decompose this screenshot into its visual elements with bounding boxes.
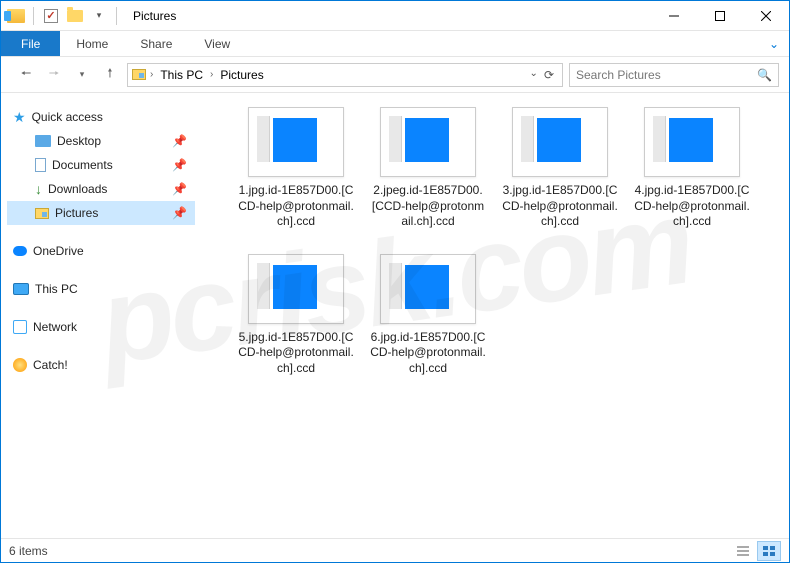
pin-icon: 📌 [172, 134, 187, 148]
file-tab[interactable]: File [1, 31, 60, 56]
up-button[interactable]: 🠕 [99, 64, 121, 86]
sidebar-item-quick-access[interactable]: ★ Quick access [7, 105, 195, 129]
file-item[interactable]: 1.jpg.id-1E857D00.[CCD-help@protonmail.c… [237, 107, 355, 230]
file-name: 4.jpg.id-1E857D00.[CCD-help@protonmail.c… [633, 183, 751, 230]
file-thumbnail [248, 254, 344, 324]
search-icon[interactable]: 🔍 [757, 68, 772, 82]
sidebar-item-network[interactable]: Network [7, 315, 195, 339]
sidebar-item-label: Quick access [32, 110, 103, 124]
qat-separator [116, 7, 117, 25]
catch-icon [13, 358, 27, 372]
file-item[interactable]: 4.jpg.id-1E857D00.[CCD-help@protonmail.c… [633, 107, 751, 230]
refresh-icon[interactable]: ⟳ [544, 68, 554, 82]
navigation-pane: ★ Quick access Desktop 📌 Documents 📌 ↓ D… [1, 93, 201, 538]
item-count: 6 items [9, 544, 48, 558]
qat-properties-icon[interactable]: ✓ [42, 7, 60, 25]
file-name: 5.jpg.id-1E857D00.[CCD-help@protonmail.c… [237, 330, 355, 377]
file-name: 2.jpeg.id-1E857D00.[CCD-help@protonmail.… [369, 183, 487, 230]
search-placeholder: Search Pictures [576, 68, 661, 82]
pin-icon: 📌 [172, 206, 187, 220]
file-name: 1.jpg.id-1E857D00.[CCD-help@protonmail.c… [237, 183, 355, 230]
sidebar-item-label: Pictures [55, 206, 98, 220]
navigation-bar: 🠔 🠖 ▾ 🠕 › This PC › Pictures ⌄ ⟳ Search … [1, 57, 789, 93]
close-button[interactable] [743, 1, 789, 31]
tab-home[interactable]: Home [60, 31, 124, 56]
icons-view-button[interactable] [757, 541, 781, 561]
recent-locations-dropdown[interactable]: ▾ [71, 64, 93, 86]
minimize-button[interactable] [651, 1, 697, 31]
pc-icon [13, 283, 29, 295]
download-icon: ↓ [35, 181, 42, 197]
address-dropdown-icon[interactable]: ⌄ [530, 68, 538, 82]
pin-icon: 📌 [172, 158, 187, 172]
sidebar-item-catch[interactable]: Catch! [7, 353, 195, 377]
details-view-button[interactable] [731, 541, 755, 561]
file-name: 3.jpg.id-1E857D00.[CCD-help@protonmail.c… [501, 183, 619, 230]
file-item[interactable]: 3.jpg.id-1E857D00.[CCD-help@protonmail.c… [501, 107, 619, 230]
file-thumbnail [380, 254, 476, 324]
ribbon-expand-icon[interactable]: ⌄ [759, 31, 789, 56]
sidebar-item-label: This PC [35, 282, 78, 296]
tab-share[interactable]: Share [124, 31, 188, 56]
sidebar-item-label: Network [33, 320, 77, 334]
sidebar-item-documents[interactable]: Documents 📌 [7, 153, 195, 177]
sidebar-item-label: Documents [52, 158, 113, 172]
qat-dropdown-icon[interactable]: ▾ [90, 7, 108, 25]
sidebar-item-label: Desktop [57, 134, 101, 148]
status-bar: 6 items [1, 538, 789, 562]
network-icon [13, 320, 27, 334]
file-item[interactable]: 2.jpeg.id-1E857D00.[CCD-help@protonmail.… [369, 107, 487, 230]
file-thumbnail [512, 107, 608, 177]
file-name: 6.jpg.id-1E857D00.[CCD-help@protonmail.c… [369, 330, 487, 377]
star-icon: ★ [13, 109, 26, 126]
sidebar-item-pictures[interactable]: Pictures 📌 [7, 201, 195, 225]
forward-button[interactable]: 🠖 [43, 64, 65, 86]
sidebar-item-this-pc[interactable]: This PC [7, 277, 195, 301]
desktop-icon [35, 135, 51, 147]
sidebar-item-onedrive[interactable]: OneDrive [7, 239, 195, 263]
tab-view[interactable]: View [188, 31, 246, 56]
title-bar: ✓ ▾ Pictures [1, 1, 789, 31]
breadcrumb[interactable]: Pictures [217, 68, 266, 82]
sidebar-item-label: OneDrive [33, 244, 84, 258]
sidebar-item-desktop[interactable]: Desktop 📌 [7, 129, 195, 153]
window-title: Pictures [133, 9, 176, 23]
document-icon [35, 158, 46, 172]
chevron-right-icon[interactable]: › [150, 69, 153, 80]
pin-icon: 📌 [172, 182, 187, 196]
onedrive-icon [13, 246, 27, 256]
ribbon-tabs: File Home Share View ⌄ [1, 31, 789, 57]
breadcrumb[interactable]: This PC [157, 68, 206, 82]
qat-separator [33, 7, 34, 25]
chevron-right-icon[interactable]: › [210, 69, 213, 80]
file-list[interactable]: 1.jpg.id-1E857D00.[CCD-help@protonmail.c… [201, 93, 789, 538]
file-item[interactable]: 5.jpg.id-1E857D00.[CCD-help@protonmail.c… [237, 254, 355, 377]
explorer-icon [7, 7, 25, 25]
location-icon [132, 69, 146, 80]
search-input[interactable]: Search Pictures 🔍 [569, 63, 779, 87]
sidebar-item-label: Catch! [33, 358, 68, 372]
file-thumbnail [248, 107, 344, 177]
sidebar-item-downloads[interactable]: ↓ Downloads 📌 [7, 177, 195, 201]
maximize-button[interactable] [697, 1, 743, 31]
qat-newfolder-icon[interactable] [66, 7, 84, 25]
file-thumbnail [644, 107, 740, 177]
back-button[interactable]: 🠔 [15, 64, 37, 86]
file-item[interactable]: 6.jpg.id-1E857D00.[CCD-help@protonmail.c… [369, 254, 487, 377]
address-bar[interactable]: › This PC › Pictures ⌄ ⟳ [127, 63, 563, 87]
pictures-icon [35, 208, 49, 219]
sidebar-item-label: Downloads [48, 182, 107, 196]
file-thumbnail [380, 107, 476, 177]
